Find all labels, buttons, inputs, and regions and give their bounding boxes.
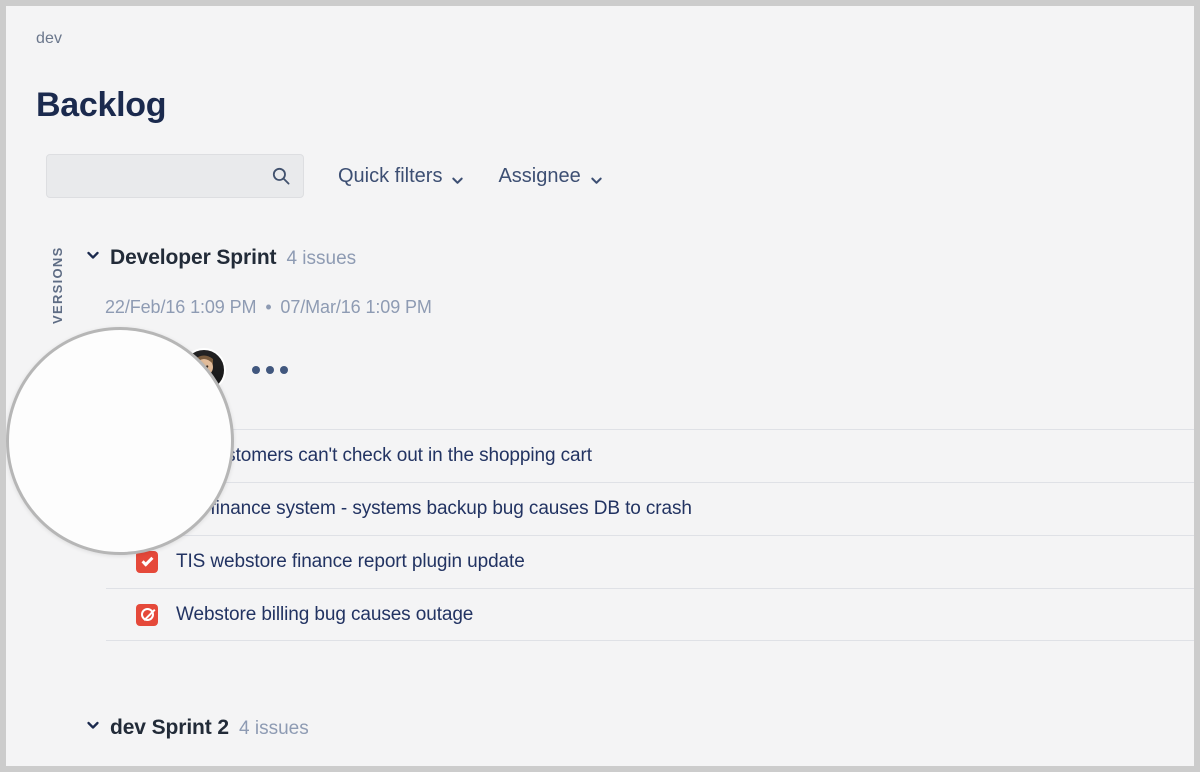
date-separator: • xyxy=(261,297,275,317)
assignee-label: Assignee xyxy=(498,165,580,188)
sidebar-tab-versions[interactable]: VERSIONS xyxy=(50,230,65,340)
issue-summary[interactable]: My customers can't check out in the shop… xyxy=(176,445,592,467)
magnifier-lens-content: EPICS xyxy=(6,327,234,555)
breadcrumb[interactable]: dev xyxy=(36,30,62,48)
toolbar: Quick filters Assignee xyxy=(46,154,603,198)
chevron-down-icon[interactable] xyxy=(86,718,100,732)
sprint-date-range: 22/Feb/16 1:09 PM • 07/Mar/16 1:09 PM xyxy=(105,297,432,318)
issue-summary[interactable]: Webstore billing bug causes outage xyxy=(176,604,473,626)
sprint-header-dev-sprint-2[interactable]: dev Sprint 2 4 issues xyxy=(86,716,309,740)
ellipsis-icon xyxy=(266,366,274,374)
magnifier-lens-overlay: EPICS xyxy=(6,327,234,555)
sprint-header-developer-sprint[interactable]: Developer Sprint 4 issues xyxy=(86,246,356,270)
sprint-issue-count: 4 issues xyxy=(286,248,356,270)
sprint-start-date: 22/Feb/16 1:09 PM xyxy=(105,297,256,317)
issue-summary[interactable]: TIS finance system - systems backup bug … xyxy=(176,498,692,520)
chevron-down-icon xyxy=(590,170,603,183)
ellipsis-icon xyxy=(252,366,260,374)
issue-list: My customers can't check out in the shop… xyxy=(106,429,1194,641)
blocker-ban-icon xyxy=(136,604,158,626)
quick-filters-dropdown[interactable]: Quick filters xyxy=(338,165,464,188)
chevron-down-icon xyxy=(451,170,464,183)
search-input[interactable] xyxy=(47,155,303,197)
issue-summary[interactable]: TIS webstore finance report plugin updat… xyxy=(176,551,525,573)
table-row[interactable]: TIS finance system - systems backup bug … xyxy=(106,482,1194,535)
sprint-end-date: 07/Mar/16 1:09 PM xyxy=(280,297,431,317)
sprint-issue-count: 4 issues xyxy=(239,718,309,740)
sprint-name: dev Sprint 2 xyxy=(110,716,229,740)
sprint-name: Developer Sprint xyxy=(110,246,276,270)
task-check-icon xyxy=(136,551,158,573)
chevron-down-icon[interactable] xyxy=(86,248,100,262)
quick-filters-label: Quick filters xyxy=(338,165,442,188)
search-box[interactable] xyxy=(46,154,304,198)
more-avatars-button[interactable] xyxy=(252,366,288,374)
app-window: dev Backlog Quick filters Assignee xyxy=(6,6,1194,766)
assignee-dropdown[interactable]: Assignee xyxy=(498,165,602,188)
table-row[interactable]: TIS webstore finance report plugin updat… xyxy=(106,535,1194,588)
ellipsis-icon xyxy=(280,366,288,374)
page-title: Backlog xyxy=(36,86,166,125)
table-row[interactable]: Webstore billing bug causes outage xyxy=(106,588,1194,641)
table-row[interactable]: My customers can't check out in the shop… xyxy=(106,429,1194,482)
